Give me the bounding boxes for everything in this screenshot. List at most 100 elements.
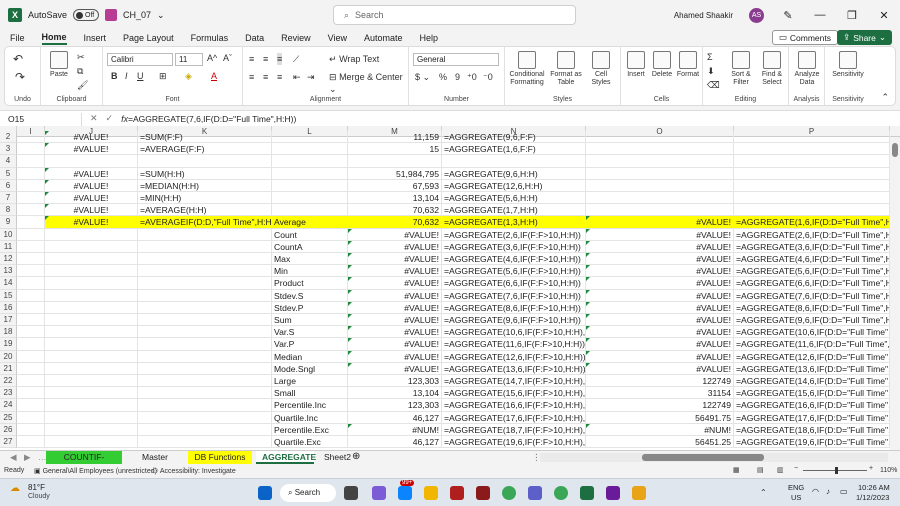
row-header[interactable]: 3 xyxy=(0,143,17,156)
align-middle-icon[interactable]: ≡ xyxy=(263,53,268,65)
align-top-icon[interactable]: ≡ xyxy=(249,53,254,65)
cell-m26[interactable]: #NUM! xyxy=(348,423,442,436)
cell-o26[interactable]: #NUM! xyxy=(586,423,734,436)
collapse-ribbon-icon[interactable]: ⌃ xyxy=(881,91,889,103)
cell-m14[interactable]: #VALUE! xyxy=(348,277,442,290)
cell-j19[interactable] xyxy=(45,338,138,351)
cell-p9[interactable]: =AGGREGATE(1,6,IF(D:D="Full Time",H:H xyxy=(734,216,890,229)
row-header[interactable]: 2 xyxy=(0,131,17,144)
cell-n2[interactable]: =AGGREGATE(9,6,F:F) xyxy=(442,131,586,144)
cell-p24[interactable]: =AGGREGATE(16,6,IF(D:D="Full Time",H xyxy=(734,399,890,412)
cell-j2[interactable]: #VALUE! xyxy=(45,131,138,144)
cell-k9[interactable]: =AVERAGEIF(D:D,"Full Time",H:H) xyxy=(138,216,272,229)
cell-m9[interactable]: 70,632 xyxy=(348,216,442,229)
cell-m4[interactable] xyxy=(348,155,442,168)
comments-button[interactable]: ▭ Comments xyxy=(771,30,838,45)
cell-i26[interactable] xyxy=(17,423,45,436)
cell-j7[interactable]: #VALUE! xyxy=(45,192,138,205)
sensitivity-button[interactable]: Sensitivity xyxy=(827,51,869,79)
row-header[interactable]: 18 xyxy=(0,326,17,339)
cell-m13[interactable]: #VALUE! xyxy=(348,265,442,278)
cell-l27[interactable]: Quartile.Exc xyxy=(272,436,348,449)
cell-l7[interactable] xyxy=(272,192,348,205)
cell-j13[interactable] xyxy=(45,265,138,278)
merge-center-button[interactable]: ⊟ Merge & Center ⌄ xyxy=(329,71,408,95)
cell-m10[interactable]: #VALUE! xyxy=(348,228,442,241)
row-header[interactable]: 6 xyxy=(0,179,17,192)
app-icon[interactable] xyxy=(450,486,464,500)
cell-styles-button[interactable]: Cell Styles xyxy=(585,51,617,87)
conditional-formatting-button[interactable]: Conditional Formatting xyxy=(507,51,547,87)
cell-p12[interactable]: =AGGREGATE(4,6,IF(D:D="Full Time",H:H xyxy=(734,253,890,266)
cell-p4[interactable] xyxy=(734,155,890,168)
normal-view-icon[interactable]: ▦ xyxy=(733,466,740,474)
number-format-select[interactable]: General xyxy=(413,53,499,66)
menu-automate[interactable]: Automate xyxy=(364,33,403,43)
cell-l13[interactable]: Min xyxy=(272,265,348,278)
cell-i18[interactable] xyxy=(17,326,45,339)
cell-k16[interactable] xyxy=(138,301,272,314)
cell-p27[interactable]: =AGGREGATE(19,6,IF(D:D="Full Time",H xyxy=(734,436,890,449)
cell-n8[interactable]: =AGGREGATE(1,7,H:H) xyxy=(442,204,586,217)
cell-o11[interactable]: #VALUE! xyxy=(586,240,734,253)
cell-j6[interactable]: #VALUE! xyxy=(45,179,138,192)
cell-p19[interactable]: =AGGREGATE(11,6,IF(D:D="Full Time",H xyxy=(734,338,890,351)
cell-j22[interactable] xyxy=(45,375,138,388)
cell-k6[interactable]: =MEDIAN(H:H) xyxy=(138,179,272,192)
cell-i9[interactable] xyxy=(17,216,45,229)
cell-m6[interactable]: 67,593 xyxy=(348,179,442,192)
increase-indent-icon[interactable]: ⇥ xyxy=(307,71,315,83)
task-view-icon[interactable] xyxy=(344,486,358,500)
percent-icon[interactable]: % xyxy=(439,71,447,83)
cell-l2[interactable] xyxy=(272,131,348,144)
cell-p5[interactable] xyxy=(734,167,890,180)
page-break-view-icon[interactable]: ▥ xyxy=(777,466,784,474)
cell-j23[interactable] xyxy=(45,387,138,400)
cell-k5[interactable]: =SUM(H:H) xyxy=(138,167,272,180)
undo-icon[interactable]: ↶ xyxy=(13,53,23,65)
cell-n4[interactable] xyxy=(442,155,586,168)
cell-m22[interactable]: 123,303 xyxy=(348,375,442,388)
cell-l9[interactable]: Average xyxy=(272,216,348,229)
cut-icon[interactable]: ✂ xyxy=(77,51,85,63)
row-header[interactable]: 7 xyxy=(0,192,17,205)
cell-l4[interactable] xyxy=(272,155,348,168)
row-header[interactable]: 27 xyxy=(0,436,17,449)
cell-i2[interactable] xyxy=(17,131,45,144)
search-box[interactable]: ⌕ Search xyxy=(333,5,576,25)
menu-view[interactable]: View xyxy=(328,33,347,43)
battery-icon[interactable]: ▭ xyxy=(840,487,848,496)
cancel-icon[interactable]: ✕ xyxy=(90,113,98,124)
cell-l14[interactable]: Product xyxy=(272,277,348,290)
sensitivity-status[interactable]: ▣ General\All Employees (unrestricted) xyxy=(34,467,157,475)
cell-j16[interactable] xyxy=(45,301,138,314)
cell-i3[interactable] xyxy=(17,143,45,156)
cell-j10[interactable] xyxy=(45,228,138,241)
cell-n26[interactable]: =AGGREGATE(18,7,IF(F:F>10,H:H),1) xyxy=(442,423,586,436)
cell-m7[interactable]: 13,104 xyxy=(348,192,442,205)
bold-icon[interactable]: B xyxy=(111,70,118,82)
cell-p14[interactable]: =AGGREGATE(6,6,IF(D:D="Full Time",H:H xyxy=(734,277,890,290)
spreadsheet-grid[interactable]: IJKLMNOP 2 #VALUE! =SUM(F:F) 11,159 =AGGREGA… xyxy=(0,126,900,450)
orientation-icon[interactable]: ⟋ xyxy=(293,53,299,65)
row-header[interactable]: 12 xyxy=(0,253,17,266)
cell-l6[interactable] xyxy=(272,179,348,192)
cell-j8[interactable]: #VALUE! xyxy=(45,204,138,217)
cell-l16[interactable]: Stdev.P xyxy=(272,301,348,314)
share-button[interactable]: ⇪ Share ⌄ xyxy=(837,30,892,45)
cell-n16[interactable]: =AGGREGATE(8,6,IF(F:F>10,H:H)) xyxy=(442,301,586,314)
align-right-icon[interactable]: ≡ xyxy=(277,71,282,83)
cell-i24[interactable] xyxy=(17,399,45,412)
windows-start-icon[interactable] xyxy=(258,486,272,500)
italic-icon[interactable]: I xyxy=(125,70,128,82)
delete-cells-button[interactable]: Delete xyxy=(649,51,675,79)
cell-k20[interactable] xyxy=(138,350,272,363)
font-color-icon[interactable]: A xyxy=(211,70,217,82)
user-name[interactable]: Ahamed Shaakir xyxy=(674,11,733,20)
menu-page-layout[interactable]: Page Layout xyxy=(123,33,174,43)
cell-o20[interactable]: #VALUE! xyxy=(586,350,734,363)
cell-k8[interactable]: =AVERAGE(H:H) xyxy=(138,204,272,217)
cell-j14[interactable] xyxy=(45,277,138,290)
cell-l11[interactable]: CountA xyxy=(272,240,348,253)
widgets-icon[interactable] xyxy=(398,486,412,500)
